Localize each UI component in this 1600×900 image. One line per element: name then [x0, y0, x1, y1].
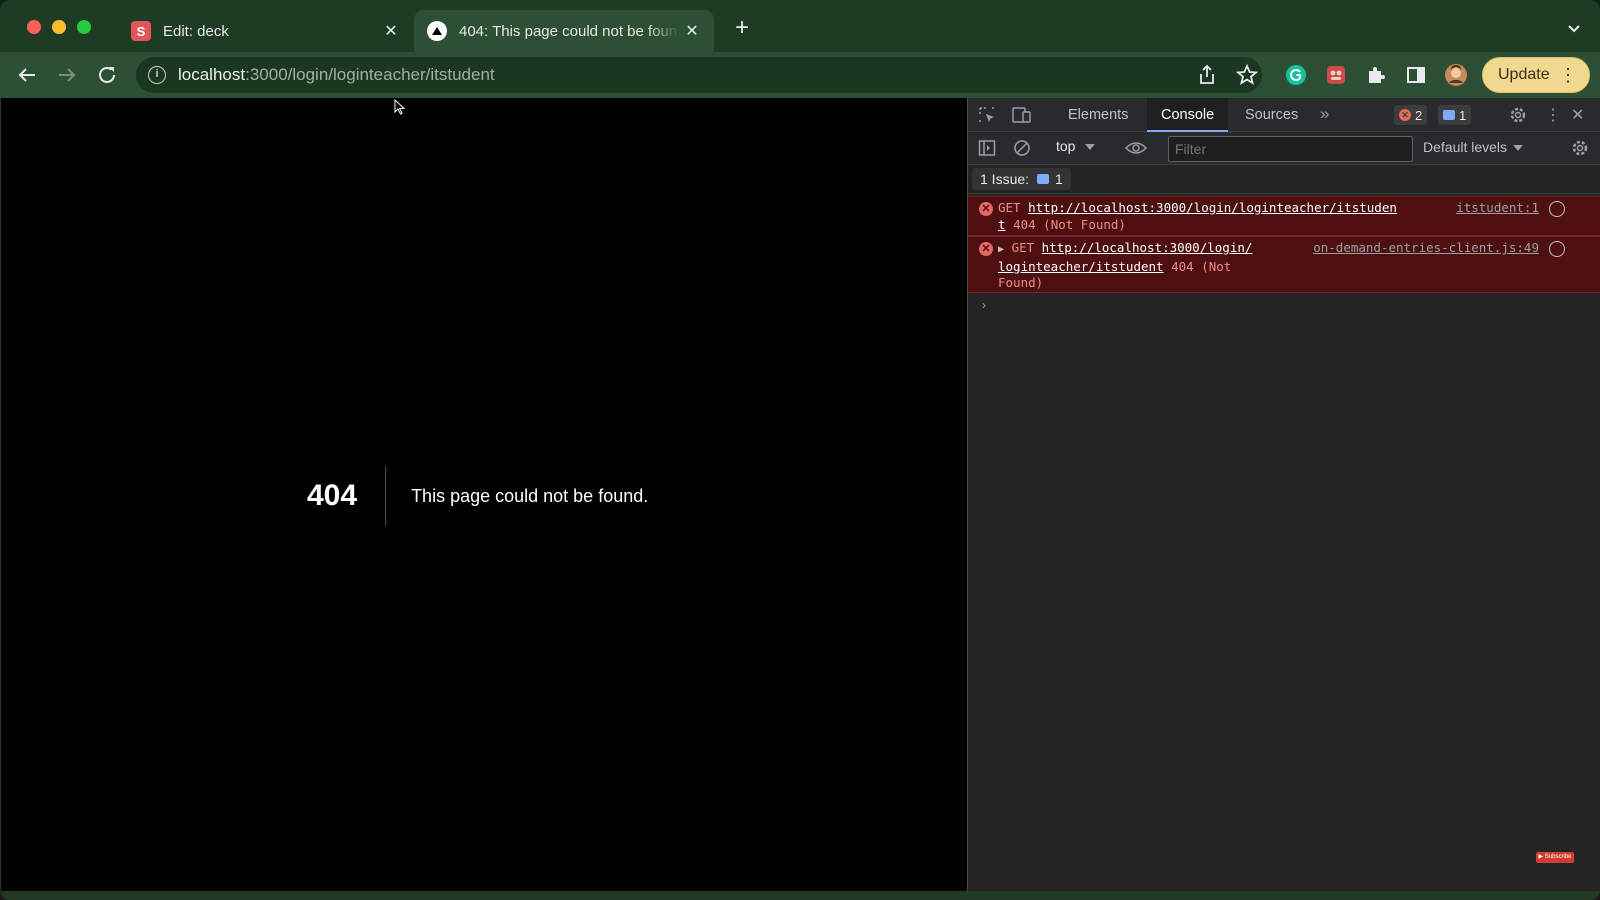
inspect-element-icon[interactable] [978, 106, 996, 124]
more-tabs-chevron-icon[interactable]: » [1320, 104, 1329, 124]
update-label: Update [1498, 66, 1550, 83]
reload-icon[interactable] [95, 63, 119, 87]
log-url[interactable]: http://localhost:3000/login/loginteacher… [1028, 200, 1397, 215]
settings-gear-icon[interactable] [1509, 106, 1527, 124]
error-divider [385, 466, 387, 526]
side-panel-icon[interactable] [1404, 63, 1428, 87]
mouse-cursor-icon [394, 99, 406, 115]
tab-close-icon[interactable]: ✕ [680, 19, 704, 43]
devtools-panel: Elements Console Sources » ✕ 2 1 ⋮ ✕ top… [967, 98, 1600, 891]
console-prompt-chevron-icon[interactable]: › [982, 298, 986, 312]
vercel-triangle-icon [427, 21, 447, 41]
issues-label: 1 Issue: [980, 171, 1030, 187]
share-icon[interactable] [1195, 63, 1219, 87]
page-viewport: 404 This page could not be found. [1, 98, 967, 891]
issues-bar: 1 Issue: 1 [968, 165, 1600, 194]
log-method: GET [1011, 240, 1035, 255]
log-levels-select[interactable]: Default levels [1423, 139, 1523, 155]
error-message: This page could not be found. [411, 485, 649, 506]
message-icon [1443, 110, 1455, 120]
bookmark-star-icon[interactable] [1235, 63, 1259, 87]
error-container: 404 This page could not be found. [307, 466, 648, 526]
tab-title: 404: This page could not be found [459, 22, 680, 40]
minimize-window-button[interactable] [52, 20, 66, 34]
youtube-subscribe-watermark: ▶ Subscribe [1536, 852, 1574, 863]
error-circle-icon: ✕ [1399, 109, 1411, 121]
maximize-window-button[interactable] [77, 20, 91, 34]
issues-button[interactable]: 1 Issue: 1 [972, 168, 1071, 190]
slides-s-icon: S [131, 21, 151, 41]
grammarly-icon[interactable] [1284, 63, 1308, 87]
log-url-tail[interactable]: t [998, 217, 1006, 232]
message-count-badge[interactable]: 1 [1438, 105, 1472, 125]
console-error-row[interactable]: ✕ GET http://localhost:3000/login/logint… [968, 196, 1600, 236]
log-method: GET [998, 200, 1021, 215]
address-url[interactable]: localhost:3000/login/loginteacher/itstud… [178, 65, 495, 85]
devtools-tabbar: Elements Console Sources » ✕ 2 1 ⋮ ✕ [968, 98, 1600, 132]
console-error-row[interactable]: ✕ ▶ GET http://localhost:3000/login/ log… [968, 236, 1600, 293]
url-host: localhost [178, 65, 246, 84]
log-url[interactable]: http://localhost:3000/login/ [1042, 240, 1253, 255]
extensions-puzzle-icon[interactable] [1364, 63, 1388, 87]
error-code: 404 [307, 479, 358, 512]
tab-title: Edit: deck [163, 22, 229, 40]
log-status: 404 (Not [1171, 258, 1232, 274]
network-globe-icon[interactable] [1549, 201, 1565, 217]
network-globe-icon[interactable] [1549, 241, 1565, 257]
tab-elements[interactable]: Elements [1054, 98, 1142, 132]
tab-sources[interactable]: Sources [1231, 98, 1312, 132]
tab-edit-deck[interactable]: S Edit: deck ✕ [118, 10, 413, 52]
error-count-badge[interactable]: ✕ 2 [1394, 105, 1428, 125]
issues-count: 1 [1055, 171, 1063, 187]
log-source-link[interactable]: on-demand-entries-client.js:49 [1313, 240, 1539, 255]
log-message: GET http://localhost:3000/login/logintea… [998, 200, 1446, 233]
log-status-tail: Found) [998, 275, 1044, 290]
forward-arrow-icon[interactable] [55, 63, 79, 87]
more-vertical-icon[interactable]: ⋮ [1559, 66, 1577, 84]
expand-triangle-icon[interactable]: ▶ [998, 244, 1004, 255]
levels-label: Default levels [1423, 139, 1508, 155]
console-settings-gear-icon[interactable] [1571, 139, 1589, 157]
chevron-down-icon[interactable] [1566, 20, 1582, 36]
close-devtools-icon[interactable]: ✕ [1571, 105, 1584, 125]
update-button[interactable]: Update ⋮ [1482, 57, 1590, 93]
sidebar-toggle-icon[interactable] [978, 139, 996, 157]
extension-badge-icon[interactable] [1324, 63, 1348, 87]
issue-message-icon [1037, 174, 1050, 184]
device-toolbar-icon[interactable] [1012, 106, 1032, 124]
log-url-tail[interactable]: loginteacher/itstudent [998, 259, 1164, 274]
close-window-button[interactable] [27, 20, 41, 34]
error-x-icon: ✕ [979, 202, 993, 216]
message-count: 1 [1459, 107, 1467, 123]
new-tab-icon[interactable]: + [730, 16, 754, 41]
error-x-icon: ✕ [979, 242, 993, 256]
clear-console-icon[interactable] [1013, 139, 1031, 157]
context-label: top [1056, 138, 1076, 154]
tab-strip: S Edit: deck ✕ 404: This page could not … [0, 0, 1600, 52]
error-count: 2 [1415, 107, 1423, 123]
profile-avatar[interactable] [1444, 63, 1468, 87]
browser-window: S Edit: deck ✕ 404: This page could not … [0, 0, 1600, 900]
browser-toolbar: i localhost:3000/login/loginteacher/itst… [0, 52, 1600, 98]
back-arrow-icon[interactable] [15, 63, 39, 87]
context-select[interactable]: top [1056, 138, 1095, 154]
live-expression-eye-icon[interactable] [1125, 140, 1147, 156]
address-bar[interactable]: i localhost:3000/login/loginteacher/itst… [136, 57, 1262, 93]
url-path: :3000/login/loginteacher/itstudent [245, 65, 495, 84]
log-source-link[interactable]: itstudent:1 [1456, 200, 1539, 215]
log-status: 404 (Not Found) [1013, 216, 1126, 232]
tab-close-icon[interactable]: ✕ [379, 19, 403, 43]
console-toolbar: top Default levels [968, 132, 1600, 165]
info-icon[interactable]: i [148, 66, 166, 84]
console-filter-input[interactable] [1168, 136, 1413, 162]
tab-console[interactable]: Console [1147, 98, 1229, 132]
tab-404[interactable]: 404: This page could not be found ✕ [414, 10, 714, 52]
more-vertical-icon[interactable]: ⋮ [1545, 105, 1561, 125]
